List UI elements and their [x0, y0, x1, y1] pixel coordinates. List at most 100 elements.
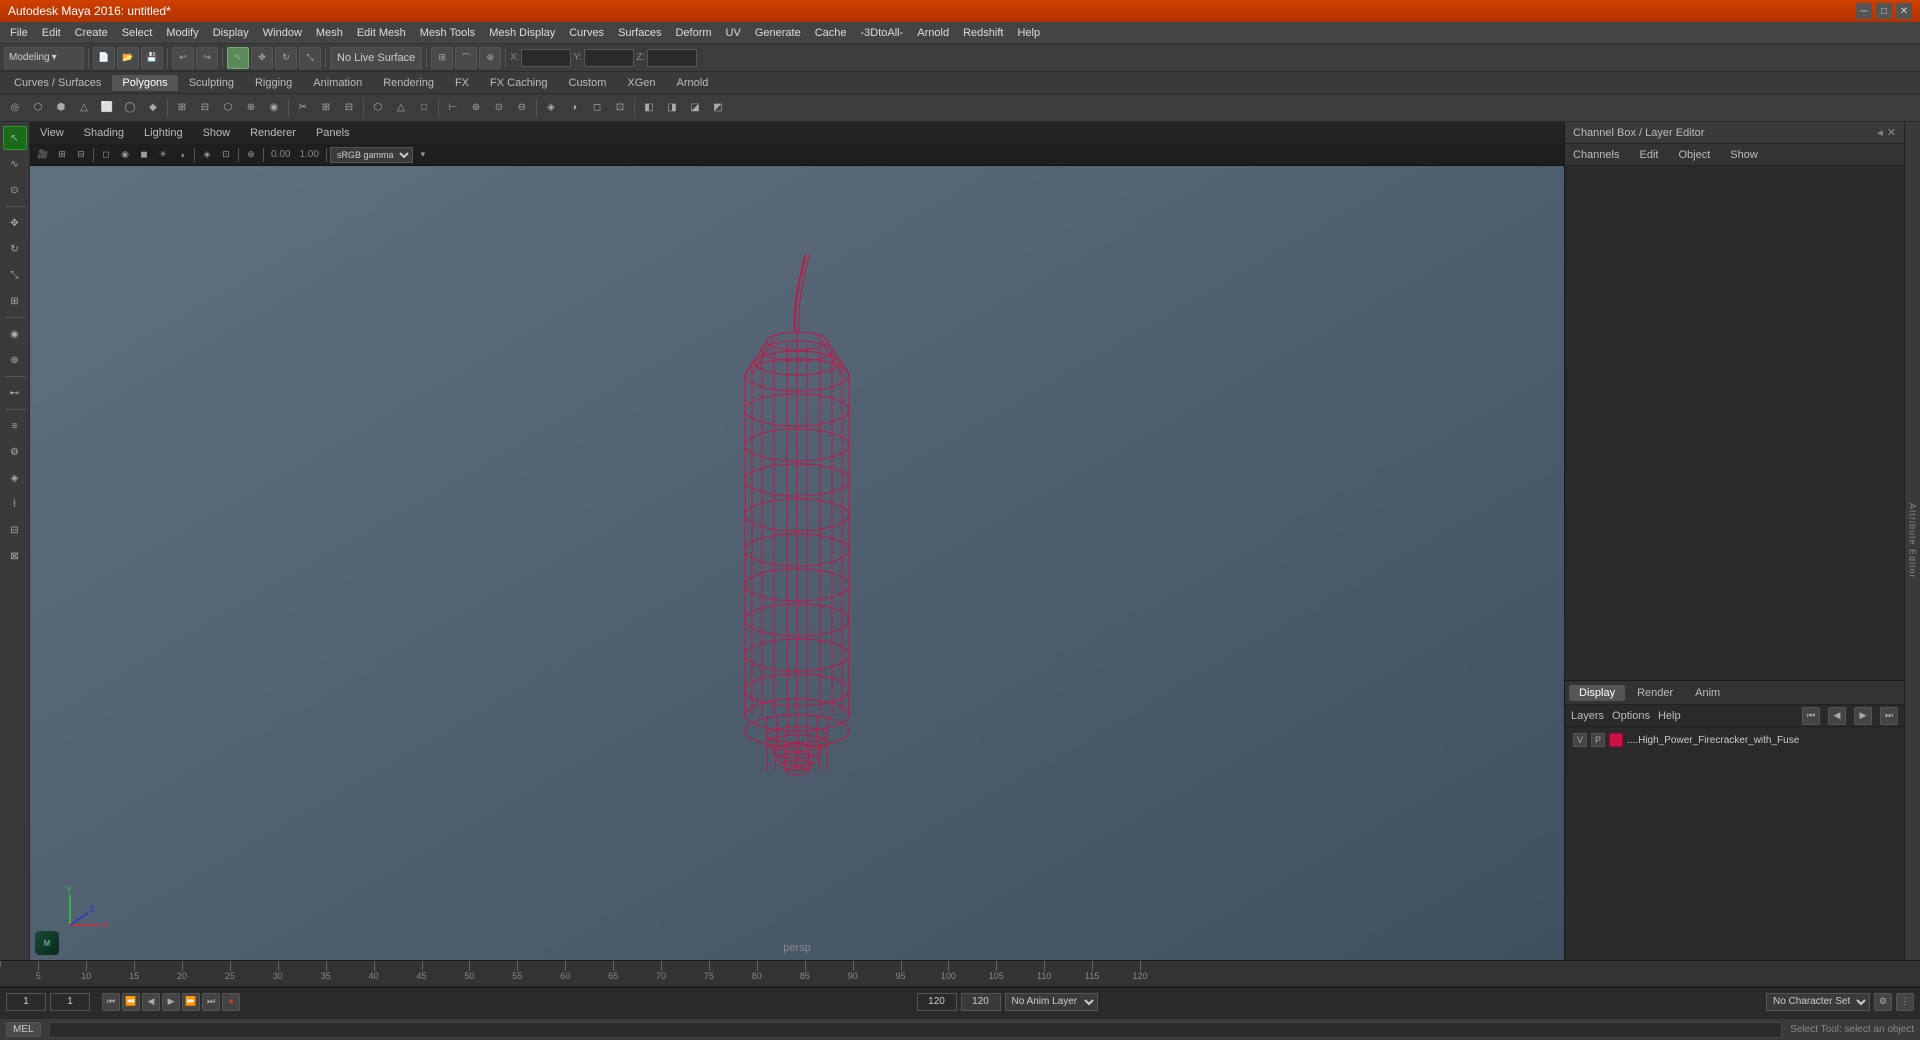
quick-select-left[interactable]: ◈ — [3, 466, 27, 490]
subdiv-icon-btn[interactable]: ◆ — [142, 97, 164, 119]
attribute-editor-tab[interactable]: Attribute Editor — [1904, 122, 1920, 960]
cb-close-btn[interactable]: ✕ — [1887, 126, 1896, 139]
shading-menu[interactable]: Shading — [80, 125, 128, 141]
menu-surfaces[interactable]: Surfaces — [612, 25, 667, 41]
cb-tab-channels[interactable]: Channels — [1569, 147, 1623, 163]
xray-btn[interactable]: ◈ — [540, 97, 562, 119]
extrude-btn[interactable]: ⊞ — [171, 97, 193, 119]
gamma-settings-btn[interactable]: ▾ — [414, 146, 432, 164]
menu-modify[interactable]: Modify — [160, 25, 204, 41]
snap-grid-btn[interactable]: ⊞ — [431, 47, 453, 69]
step-back-btn[interactable]: ⏪ — [122, 993, 140, 1011]
layers-skip-fwd[interactable]: ⏭ — [1880, 707, 1898, 725]
dope-sheet-left[interactable]: ⊟ — [3, 518, 27, 542]
cone-icon-btn[interactable]: △ — [73, 97, 95, 119]
tab-fx-caching[interactable]: FX Caching — [480, 75, 557, 91]
undo-btn[interactable]: ↩ — [172, 47, 194, 69]
skip-to-end-btn[interactable]: ⏭ — [202, 993, 220, 1011]
cb-tab-object[interactable]: Object — [1674, 147, 1714, 163]
shading-btn[interactable]: ◑ — [563, 97, 585, 119]
tab-xgen[interactable]: XGen — [617, 75, 665, 91]
menu-help[interactable]: Help — [1011, 25, 1046, 41]
menu-mesh[interactable]: Mesh — [310, 25, 349, 41]
vp-flat-btn[interactable]: ◼ — [135, 146, 153, 164]
minimize-button[interactable]: ─ — [1856, 3, 1872, 19]
cb-tab-edit[interactable]: Edit — [1635, 147, 1662, 163]
timeline-ruler[interactable]: 5101520253035404550556065707580859095100… — [0, 961, 1920, 987]
command-line[interactable] — [49, 1022, 1783, 1038]
cb-tab-show[interactable]: Show — [1726, 147, 1762, 163]
redo-btn[interactable]: ↪ — [196, 47, 218, 69]
connect-btn[interactable]: ⊟ — [338, 97, 360, 119]
vp-isolate-btn[interactable]: ◈ — [198, 146, 216, 164]
universal-manip-left[interactable]: ⊞ — [3, 289, 27, 313]
lighting-menu[interactable]: Lighting — [140, 125, 187, 141]
skip-to-start-btn[interactable]: ⏮ — [102, 993, 120, 1011]
show-manip-tool[interactable]: ⊕ — [3, 348, 27, 372]
vp-light-btn[interactable]: ☀ — [154, 146, 172, 164]
menu-create[interactable]: Create — [69, 25, 114, 41]
rotate-tool-btn[interactable]: ↻ — [275, 47, 297, 69]
maximize-button[interactable]: □ — [1876, 3, 1892, 19]
anim-layer-select[interactable]: No Anim Layer — [1005, 993, 1098, 1011]
layers-next[interactable]: ▶ — [1854, 707, 1872, 725]
select-tool-btn[interactable]: ↖ — [227, 47, 249, 69]
end-frame-input[interactable] — [961, 993, 1001, 1011]
layers-menu[interactable]: Layers — [1571, 710, 1604, 722]
mel-btn[interactable]: MEL — [6, 1022, 41, 1037]
playback-settings-btn[interactable]: ⚙ — [1874, 993, 1892, 1011]
vp-cam-btn[interactable]: 🎥 — [34, 146, 52, 164]
mirror-btn[interactable]: ⊢ — [442, 97, 464, 119]
merge-btn[interactable]: ⊕ — [240, 97, 262, 119]
wireframe-btn[interactable]: ◻ — [586, 97, 608, 119]
layer-playback[interactable]: P — [1591, 733, 1605, 747]
lasso-tool[interactable]: ∿ — [3, 152, 27, 176]
close-button[interactable]: ✕ — [1896, 3, 1912, 19]
vp-wire-btn[interactable]: ◻ — [97, 146, 115, 164]
new-file-btn[interactable]: 📄 — [93, 47, 115, 69]
plane-icon-btn[interactable]: ⬜ — [96, 97, 118, 119]
snap-point-btn[interactable]: ⊕ — [479, 47, 501, 69]
menu-deform[interactable]: Deform — [669, 25, 717, 41]
quad-btn[interactable]: □ — [413, 97, 435, 119]
panels-menu[interactable]: Panels — [312, 125, 354, 141]
options-menu[interactable]: Options — [1612, 710, 1650, 722]
mode-dropdown[interactable]: Modeling ▾ — [4, 47, 84, 69]
play-fwd-btn[interactable]: ▶ — [162, 993, 180, 1011]
paint-btn[interactable]: ◪ — [684, 97, 706, 119]
sphere-icon-btn[interactable]: ◎ — [4, 97, 26, 119]
menu-arnold[interactable]: Arnold — [911, 25, 955, 41]
tab-polygons[interactable]: Polygons — [112, 75, 177, 91]
menu-window[interactable]: Window — [257, 25, 308, 41]
menu-edit[interactable]: Edit — [36, 25, 67, 41]
menu-mesh-tools[interactable]: Mesh Tools — [414, 25, 481, 41]
tab-curves-surfaces[interactable]: Curves / Surfaces — [4, 75, 111, 91]
renderer-menu[interactable]: Renderer — [246, 125, 300, 141]
soft-select-tool[interactable]: ◉ — [3, 322, 27, 346]
vp-smooth-btn[interactable]: ◉ — [116, 146, 134, 164]
smooth-btn[interactable]: ⬡ — [367, 97, 389, 119]
snap-curve-btn[interactable]: ⌒ — [455, 47, 477, 69]
weight-btn[interactable]: ◩ — [707, 97, 729, 119]
layer-visibility[interactable]: V — [1573, 733, 1587, 747]
layers-skip-back[interactable]: ⏮ — [1802, 707, 1820, 725]
texture-btn[interactable]: ⊡ — [609, 97, 631, 119]
offset-btn[interactable]: ⊞ — [315, 97, 337, 119]
menu--3dtoall-[interactable]: -3DtoAll- — [855, 25, 910, 41]
current-frame-input[interactable] — [50, 993, 90, 1011]
gamma-select[interactable]: sRGB gamma — [330, 147, 413, 163]
menu-mesh-display[interactable]: Mesh Display — [483, 25, 561, 41]
tab-arnold[interactable]: Arnold — [667, 75, 719, 91]
range-start-input[interactable] — [917, 993, 957, 1011]
step-fwd-btn[interactable]: ⏩ — [182, 993, 200, 1011]
cylinder-icon-btn[interactable]: ⬢ — [50, 97, 72, 119]
vp-proj-btn[interactable]: ⊞ — [53, 146, 71, 164]
separate-btn[interactable]: ⊙ — [488, 97, 510, 119]
fill-hole-btn[interactable]: ◉ — [263, 97, 285, 119]
start-frame-input[interactable] — [6, 993, 46, 1011]
menu-select[interactable]: Select — [116, 25, 159, 41]
menu-uv[interactable]: UV — [720, 25, 747, 41]
z-input[interactable] — [647, 49, 697, 67]
boolean-btn[interactable]: ⊖ — [511, 97, 533, 119]
triangle-btn[interactable]: △ — [390, 97, 412, 119]
